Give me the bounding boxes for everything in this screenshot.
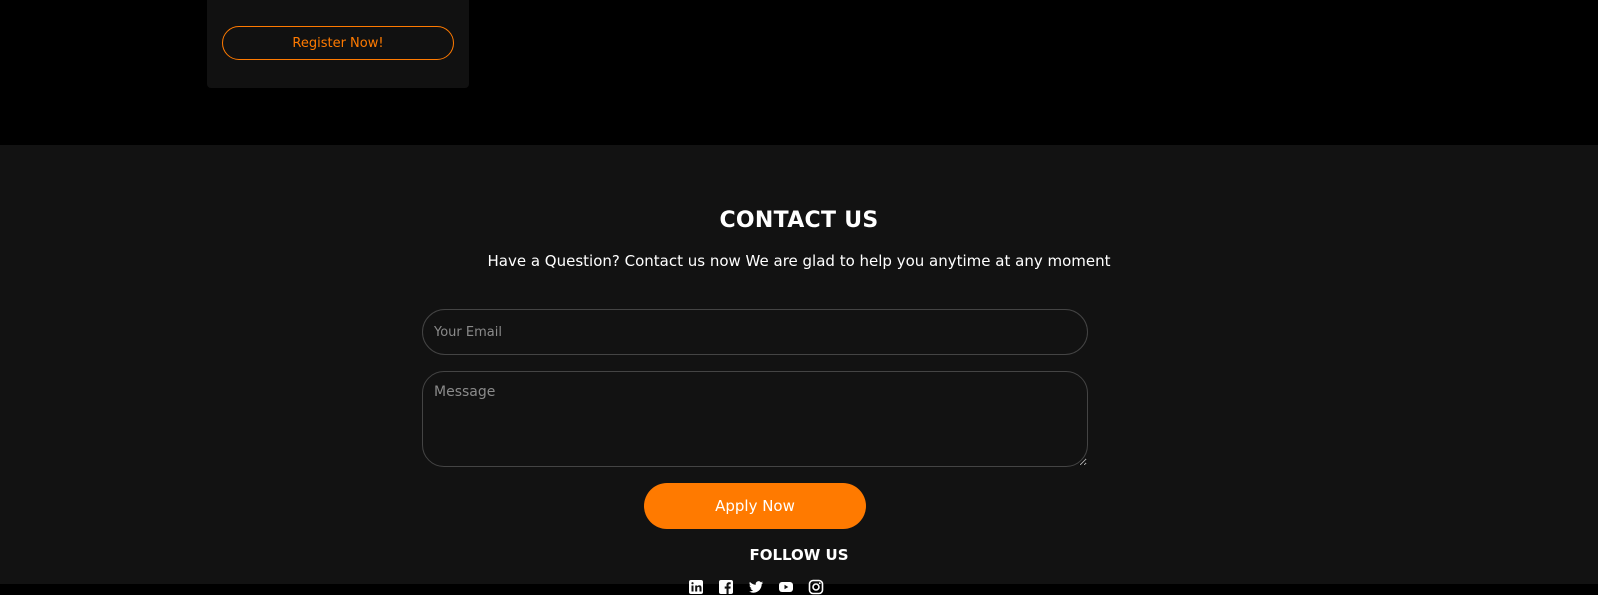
apply-now-button[interactable]: Apply Now xyxy=(644,483,866,529)
register-now-button[interactable]: Register Now! xyxy=(222,26,454,60)
message-field[interactable] xyxy=(422,371,1088,467)
facebook-icon[interactable] xyxy=(718,579,734,595)
email-field[interactable] xyxy=(422,309,1088,355)
event-card: Register Now! xyxy=(207,0,469,88)
contact-subtitle: Have a Question? Contact us now We are g… xyxy=(487,252,1111,270)
contact-section: CONTACT US Have a Question? Contact us n… xyxy=(0,145,1598,595)
instagram-icon[interactable] xyxy=(808,579,824,595)
linkedin-icon[interactable] xyxy=(688,579,704,595)
top-section: Register Now! xyxy=(0,0,1598,145)
twitter-icon[interactable] xyxy=(748,579,764,595)
contact-title: CONTACT US xyxy=(719,208,879,233)
youtube-icon[interactable] xyxy=(778,579,794,595)
social-links xyxy=(688,579,824,595)
follow-us-title: FOLLOW US xyxy=(749,546,849,564)
